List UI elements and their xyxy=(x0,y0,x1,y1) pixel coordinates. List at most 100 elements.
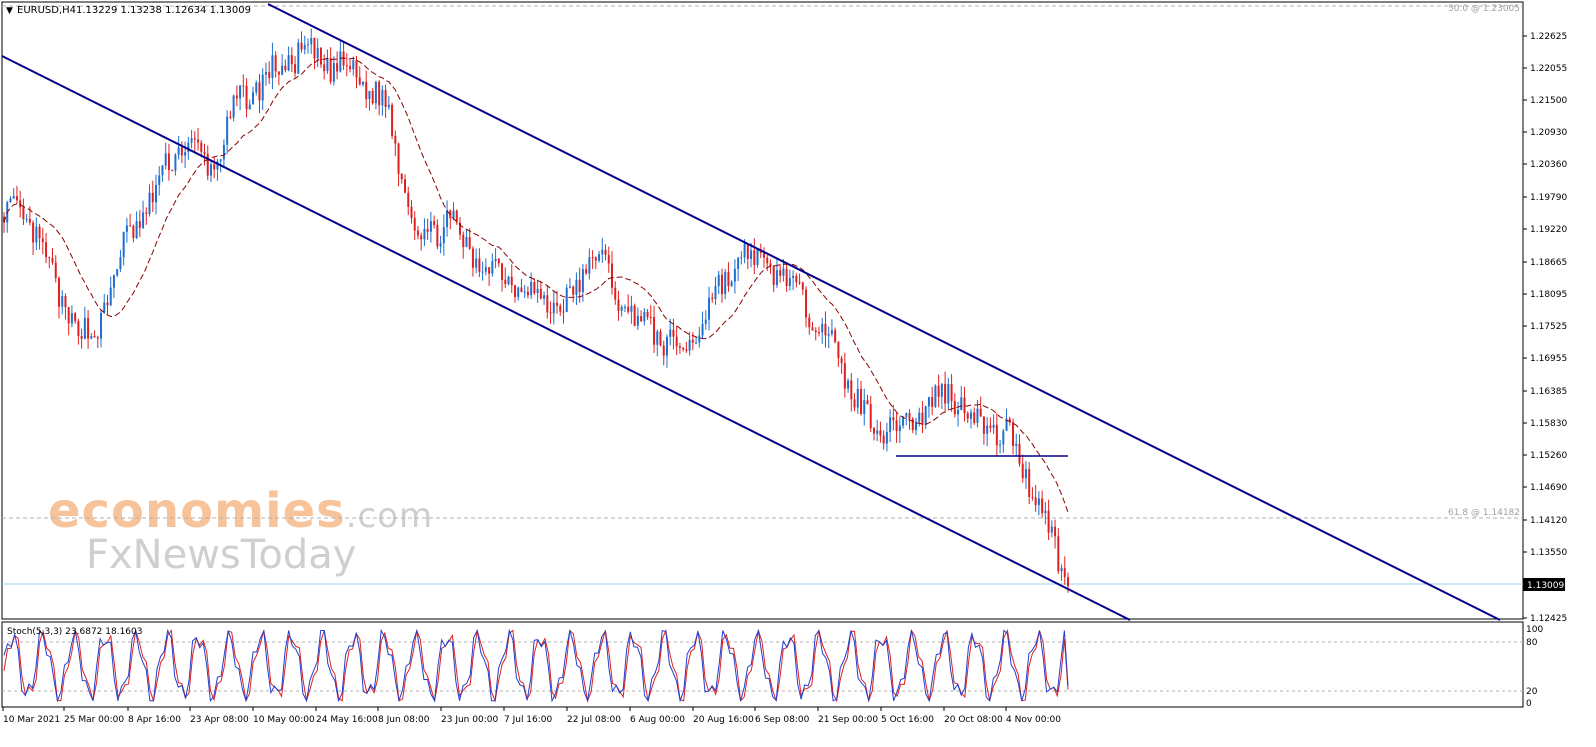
price-axis-label: 1.20360 xyxy=(1530,160,1567,170)
chart-window[interactable]: economies.com FxNewsToday 50.0 @ 1.23005… xyxy=(0,0,1596,743)
candle-body xyxy=(691,339,694,343)
candle-body xyxy=(898,425,901,432)
candle-body xyxy=(659,331,662,346)
candle-body xyxy=(22,207,25,220)
candle-body xyxy=(387,104,390,108)
candle-body xyxy=(193,138,196,140)
candle-body xyxy=(116,269,119,276)
candle-body xyxy=(471,248,474,268)
candle-body xyxy=(633,305,636,326)
candle-body xyxy=(64,296,67,308)
time-axis[interactable]: 10 Mar 2021 25 Mar 00:00 8 Apr 16:00 23 Apr… xyxy=(2,707,1061,725)
candle-body xyxy=(843,362,846,389)
time-axis-label: 20 Aug 16:00 xyxy=(693,715,754,725)
candle-body xyxy=(384,89,387,108)
candle-body xyxy=(969,412,972,419)
candle-body xyxy=(264,71,267,75)
candle-body xyxy=(404,179,407,193)
candle-body xyxy=(947,384,950,404)
candle-body xyxy=(908,413,911,419)
candle-body xyxy=(973,412,976,423)
candle-body xyxy=(9,198,12,203)
candle-body xyxy=(112,275,115,288)
candle-body xyxy=(649,316,652,318)
candle-body xyxy=(850,380,853,400)
candle-body xyxy=(743,243,746,258)
candle-body xyxy=(782,268,785,276)
candle-body xyxy=(559,305,562,312)
candle-body xyxy=(452,210,455,219)
stoch-panel-frame[interactable] xyxy=(1,621,1524,708)
candle-body xyxy=(636,316,639,326)
candle-body xyxy=(656,331,659,345)
candle-body xyxy=(416,230,419,236)
candle-body xyxy=(824,323,827,336)
time-axis-label: 8 Apr 16:00 xyxy=(128,715,181,725)
price-axis-label: 1.20930 xyxy=(1530,128,1567,138)
candle-body xyxy=(261,74,264,101)
candle-body xyxy=(620,307,623,311)
candle-body xyxy=(889,417,892,432)
candle-body xyxy=(391,104,394,136)
fib-label-mid: 61.8 @ 1.14182 xyxy=(1448,508,1520,518)
candle-body xyxy=(704,319,707,324)
candle-body xyxy=(617,299,620,311)
price-axis-label: 1.19220 xyxy=(1530,225,1567,235)
candle-body xyxy=(992,424,995,428)
candle-body xyxy=(407,192,410,207)
candle-body xyxy=(526,291,529,296)
time-axis-label: 23 Apr 08:00 xyxy=(190,715,249,725)
candle-body xyxy=(1012,421,1015,447)
candle-body xyxy=(229,116,232,118)
stoch-axis-label: 0 xyxy=(1526,699,1532,709)
candle-body xyxy=(271,55,274,78)
candle-body xyxy=(222,144,225,160)
candle-body xyxy=(708,297,711,320)
candle-body xyxy=(138,221,141,228)
candle-body xyxy=(145,212,148,214)
price-axis-label: 1.19790 xyxy=(1530,193,1567,203)
candle-body xyxy=(349,66,352,70)
candle-body xyxy=(219,159,222,162)
candle-body xyxy=(132,225,135,238)
candle-body xyxy=(106,302,109,306)
candle-body xyxy=(976,408,979,423)
candle-body xyxy=(779,270,782,276)
chart-symbol: EURUSD,H4 xyxy=(17,5,76,16)
candle-body xyxy=(310,37,313,45)
candle-body xyxy=(876,430,879,434)
candle-body xyxy=(1018,443,1021,464)
watermark-line2: FxNewsToday xyxy=(86,532,356,578)
candle-body xyxy=(766,257,769,264)
stoch-axis-label: 20 xyxy=(1526,687,1538,697)
candle-body xyxy=(332,63,335,82)
candle-body xyxy=(856,388,859,408)
stoch-axis-label: 100 xyxy=(1526,625,1543,635)
candle-body xyxy=(662,345,665,356)
candle-body xyxy=(520,287,523,293)
candle-body xyxy=(957,409,960,415)
candle-body xyxy=(585,269,588,274)
current-price-tag-text: 1.13009 xyxy=(1527,581,1564,591)
candle-body xyxy=(607,254,610,264)
candle-body xyxy=(827,333,830,336)
candle-body xyxy=(303,44,306,50)
candle-body xyxy=(601,249,604,255)
candle-body xyxy=(986,425,989,434)
candle-body xyxy=(510,276,513,286)
candle-body xyxy=(100,312,103,339)
candle-body xyxy=(772,265,775,286)
candle-body xyxy=(19,200,22,208)
candle-body xyxy=(70,313,73,324)
candle-body xyxy=(750,250,753,259)
stoch-axis-label: 80 xyxy=(1526,638,1538,648)
price-axis[interactable]: 1.22625 1.22055 1.21500 1.20930 1.20360 1.197… xyxy=(1523,32,1567,624)
candle-body xyxy=(439,243,442,247)
candle-body xyxy=(646,311,649,317)
candle-body xyxy=(821,323,824,333)
candle-body xyxy=(313,37,316,59)
candle-body xyxy=(698,335,701,343)
chart-header-arrow-icon[interactable]: ▼ xyxy=(6,6,13,16)
candle-body xyxy=(1060,568,1063,572)
time-axis-label: 8 Jun 08:00 xyxy=(378,715,430,725)
